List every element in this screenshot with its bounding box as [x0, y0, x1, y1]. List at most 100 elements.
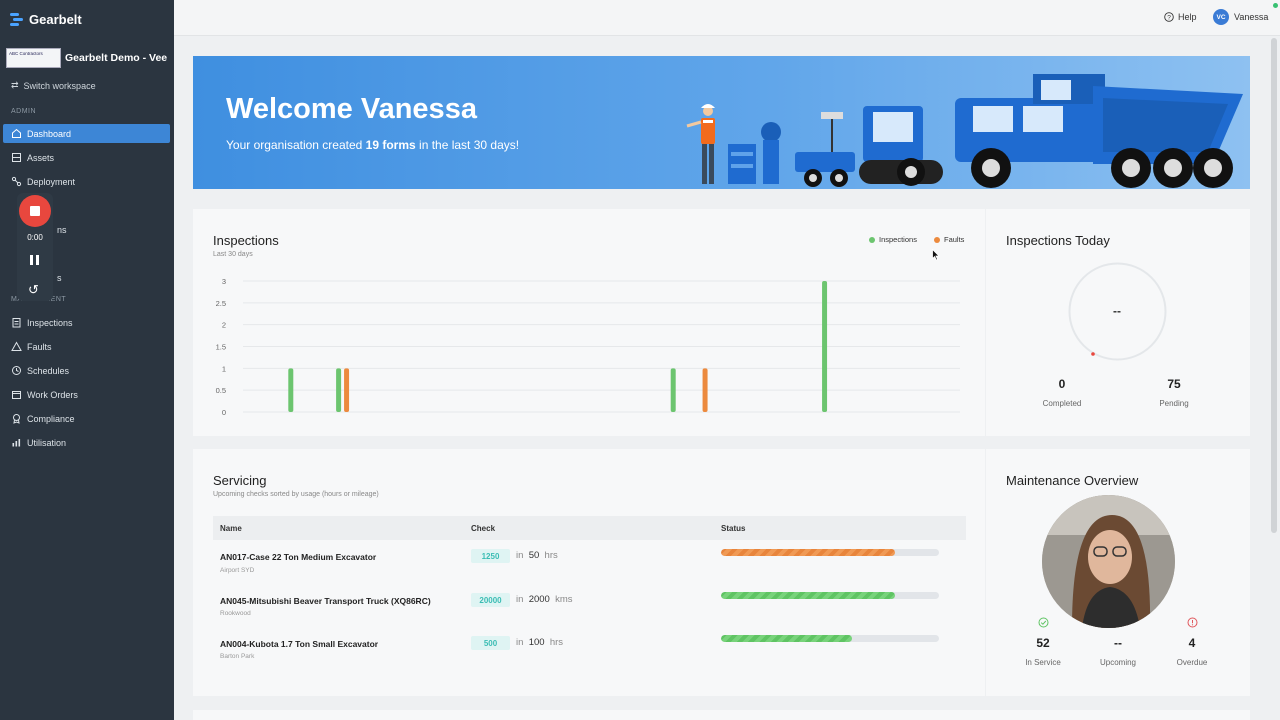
overdue-count: 4 — [1188, 636, 1196, 650]
sidebar-item-label: Assets — [27, 152, 55, 163]
assets-icon — [12, 153, 21, 162]
svg-text:?: ? — [1167, 14, 1171, 21]
check-interval: in 2000 kms — [516, 594, 573, 605]
sidebar-item-label: Work Orders — [27, 389, 78, 400]
sidebar-item-compliance[interactable]: Compliance — [3, 409, 170, 428]
welcome-subtitle: Your organisation created 19 forms in th… — [226, 138, 520, 152]
chart-bar-inspections[interactable] — [288, 368, 294, 412]
switch-workspace-label: Switch workspace — [23, 80, 96, 91]
chart-bar-faults[interactable] — [702, 368, 708, 412]
inspections-today-title: Inspections Today — [1006, 233, 1110, 248]
gearbelt-logo-icon — [10, 12, 23, 26]
column-header-status[interactable]: Status — [721, 524, 745, 533]
sidebar-item-assets[interactable]: Assets — [3, 148, 170, 167]
workspace-logo: ABC Contractors — [6, 48, 61, 68]
upcoming-count: -- — [1114, 636, 1122, 650]
servicing-table-header: Name Check Status — [213, 516, 966, 540]
clipboard-icon — [12, 318, 21, 328]
next-section-card — [193, 710, 1250, 720]
chart-bar-inspections[interactable] — [670, 368, 676, 412]
deployment-icon — [11, 176, 22, 187]
legend-faults[interactable]: Faults — [934, 235, 964, 244]
completed-count: 0 — [1058, 377, 1066, 391]
y-tick-label: 3 — [222, 277, 226, 286]
sidebar-item-schedules[interactable]: Schedules — [3, 361, 170, 380]
help-link[interactable]: ? Help — [1164, 12, 1197, 22]
asset-name[interactable]: AN004-Kubota 1.7 Ton Small Excavator — [220, 639, 378, 649]
machinery-illustration — [686, 74, 1243, 188]
chart-bar-inspections[interactable] — [336, 368, 342, 412]
webcam-presenter-video — [1042, 495, 1175, 628]
pending-count: 75 — [1167, 377, 1181, 391]
y-tick-label: 2 — [222, 321, 226, 330]
calendar-icon — [12, 391, 21, 399]
user-menu[interactable]: VC Vanessa — [1213, 9, 1268, 25]
home-icon — [12, 128, 21, 138]
sidebar-item-label: s — [57, 272, 62, 283]
sidebar-item-label: Schedules — [27, 365, 70, 376]
asset-name[interactable]: AN017-Case 22 Ton Medium Excavator — [220, 552, 376, 562]
forms-count: 19 forms — [365, 138, 416, 152]
y-tick-label: 0.5 — [216, 386, 226, 395]
maintenance-title: Maintenance Overview — [1006, 473, 1139, 488]
help-icon: ? — [1164, 12, 1174, 22]
column-header-check[interactable]: Check — [471, 524, 495, 533]
sidebar-item-inspections[interactable]: Inspections — [3, 313, 170, 332]
pause-recording-button[interactable] — [30, 255, 40, 265]
alert-circle-icon — [1187, 617, 1198, 628]
check-value: 500 — [471, 636, 510, 650]
legend-faults-swatch — [934, 236, 940, 243]
y-tick-label: 1 — [222, 364, 226, 373]
switch-workspace-link[interactable]: ⇄ Switch workspace — [11, 80, 96, 91]
workspace-name: Gearbelt Demo - Vee — [65, 52, 168, 64]
admin-section-label: ADMIN — [11, 108, 37, 115]
workspace-header[interactable]: ABC Contractors Gearbelt Demo - Vee — [6, 48, 167, 68]
restart-recording-icon[interactable]: ↺ — [28, 283, 39, 296]
pending-label: Pending — [1159, 399, 1189, 408]
chart-bar-faults[interactable] — [344, 368, 350, 412]
app-brand[interactable]: Gearbelt — [10, 12, 82, 27]
completed-label: Completed — [1042, 399, 1082, 408]
chart-bar-inspections[interactable] — [822, 281, 828, 412]
sidebar-item-deployment[interactable]: Deployment — [3, 172, 170, 191]
sidebar-item-label: Compliance — [27, 413, 75, 424]
upcoming-label: Upcoming — [1099, 658, 1136, 667]
app-name: Gearbelt — [29, 12, 82, 27]
warning-icon — [11, 341, 22, 351]
asset-name[interactable]: AN045-Mitsubishi Beaver Transport Truck … — [220, 596, 431, 606]
bar-chart-icon — [12, 439, 21, 447]
sidebar-item-label: Inspections — [27, 317, 73, 328]
mouse-cursor-icon — [932, 249, 940, 261]
check-value: 20000 — [471, 593, 510, 607]
gauge-value: -- — [1113, 304, 1121, 318]
sidebar-item-label: Utilisation — [27, 437, 67, 448]
status-progress-fill — [721, 635, 852, 642]
avatar: VC — [1213, 9, 1229, 25]
inspections-card-subtitle: Last 30 days — [213, 251, 253, 258]
servicing-title: Servicing — [213, 473, 267, 488]
sidebar-item-label: Dashboard — [27, 128, 72, 139]
badge-icon — [13, 414, 20, 424]
pause-icon — [30, 255, 33, 265]
presenter-image — [1042, 495, 1175, 628]
sidebar-item-utilisation[interactable]: Utilisation — [3, 433, 170, 452]
page-scrollbar[interactable] — [1271, 38, 1277, 533]
check-circle-icon — [1038, 617, 1049, 628]
welcome-title: Welcome Vanessa — [226, 93, 477, 125]
top-bar: ? Help VC Vanessa — [174, 0, 1280, 36]
legend-inspections[interactable]: Inspections — [869, 235, 917, 244]
sidebar-item-faults[interactable]: Faults — [3, 337, 170, 356]
y-tick-label: 1.5 — [216, 343, 226, 352]
stop-recording-button[interactable] — [19, 195, 51, 227]
status-progress-fill — [721, 549, 896, 556]
column-header-name[interactable]: Name — [220, 524, 242, 533]
inspections-chart: 0 0.5 1 1.5 2 2.5 3 — [216, 277, 960, 417]
clock-icon — [12, 366, 21, 375]
sidebar-item-work-orders[interactable]: Work Orders — [3, 385, 170, 404]
legend-inspections-label: Inspections — [879, 235, 917, 244]
sidebar-item-label: Deployment — [27, 176, 76, 187]
screen-recorder-widget: 0:00 ↺ — [17, 193, 53, 301]
in-service-count: 52 — [1036, 636, 1050, 650]
y-tick-label: 2.5 — [216, 299, 226, 308]
sidebar-item-dashboard[interactable]: Dashboard — [3, 124, 170, 143]
